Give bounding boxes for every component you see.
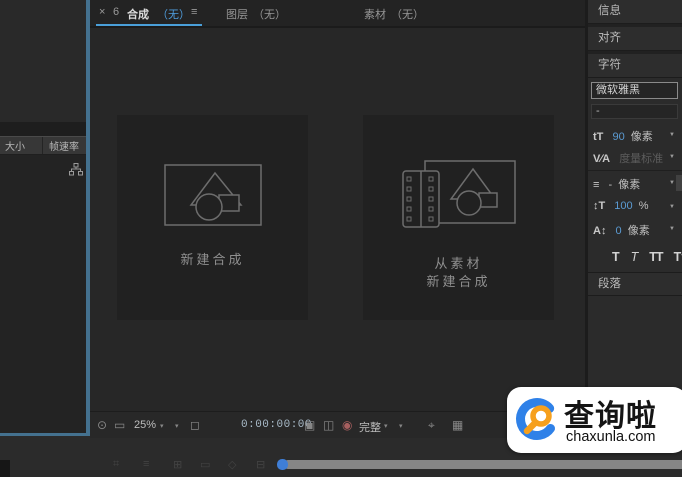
project-panel-divider — [0, 122, 86, 136]
watermark-badge: 查询啦 chaxunla.com — [507, 387, 682, 453]
font-style-input[interactable]: - — [591, 104, 678, 119]
timeline-icon-6[interactable]: ⊟ — [256, 458, 265, 471]
column-size[interactable]: 大小 — [0, 138, 42, 153]
project-column-header: 大小 帧速率 — [0, 136, 86, 155]
kerning-dropdown-icon[interactable]: ▼ — [669, 154, 675, 160]
view-options-dropdown-icon[interactable]: ▾ — [399, 422, 403, 430]
composition-icon — [163, 164, 262, 226]
after-effects-window: ⌗ ≡ ⊞ ▭ ◇ ⊟ 大小 帧速率 × 6 合成 （无） ≡ 图层 （无） 素… — [0, 0, 682, 477]
composition-panel: × 6 合成 （无） ≡ 图层 （无） 素材 （无） 新建合成 从素材 新建合成… — [90, 0, 585, 438]
font-size-unit: 像素 — [630, 131, 653, 143]
vertical-scale-dropdown-icon[interactable]: ▼ — [669, 204, 675, 210]
project-list-area[interactable] — [0, 155, 86, 433]
font-size-value[interactable]: 90 — [612, 131, 624, 143]
small-caps-button[interactable]: Tᴛ — [674, 250, 682, 264]
scrollbar-thumb[interactable] — [277, 459, 288, 470]
section-info[interactable]: 信息 — [588, 0, 682, 24]
section-align[interactable]: 对齐 — [588, 27, 682, 51]
timeline-icon-2[interactable]: ≡ — [143, 458, 149, 470]
kerning-icon: V∕A — [593, 153, 611, 165]
vertical-scale-value[interactable]: 100 — [614, 200, 632, 212]
faux-bold-button[interactable]: T — [612, 250, 620, 264]
timeline-icon-5[interactable]: ◇ — [228, 458, 236, 471]
panel-menu-icon[interactable]: ≡ — [191, 6, 197, 18]
timeline-icon-3[interactable]: ⊞ — [173, 458, 182, 471]
always-preview-icon[interactable]: ⊙ — [97, 418, 107, 432]
resolution-value[interactable]: 完整 — [359, 419, 381, 435]
grid-options-dropdown-icon[interactable]: ▾ — [175, 422, 179, 430]
baseline-shift-icon: A↕ — [593, 225, 607, 237]
active-tab-underline — [96, 24, 202, 26]
vertical-scale-icon: ↕T — [593, 200, 606, 212]
flowchart-icon[interactable] — [69, 163, 83, 181]
panel-corner — [0, 460, 10, 477]
tab-layer[interactable]: 图层 — [226, 6, 248, 22]
new-composition-from-footage-button[interactable]: 从素材 新建合成 — [363, 115, 554, 320]
tab-composition[interactable]: 合成 — [127, 6, 149, 22]
tab-composition-suffix[interactable]: （无） — [157, 6, 190, 22]
leading-row: ≡ - 像素 ▼ — [593, 176, 680, 194]
project-panel: 大小 帧速率 — [0, 0, 90, 436]
monitor-icon[interactable]: ▭ — [114, 418, 125, 432]
snapshot-camera-icon[interactable]: ▣ — [304, 418, 315, 432]
section-character[interactable]: 字符 — [588, 54, 682, 78]
column-framerate[interactable]: 帧速率 — [43, 138, 79, 153]
mask-visibility-icon[interactable]: ◻ — [190, 418, 200, 432]
tab-footage[interactable]: 素材 — [364, 6, 386, 22]
composition-viewer: 新建合成 从素材 新建合成 — [90, 28, 585, 412]
font-family-input[interactable]: 微软雅黑 — [591, 82, 678, 99]
right-sidebar: 信息 对齐 字符 微软雅黑 - tT 90 像素 ▼ V∕A 度量标准 ▼ ≡ … — [588, 0, 682, 438]
show-channel-icon[interactable]: ◉ — [342, 418, 352, 432]
current-time-display[interactable]: 0:00:00:00 — [241, 419, 312, 431]
leading-value[interactable]: - — [608, 179, 612, 191]
type-style-row: T T TT Tᴛ — [588, 246, 682, 268]
baseline-shift-unit: 像素 — [627, 225, 650, 237]
font-size-dropdown-icon[interactable]: ▼ — [669, 132, 675, 138]
vertical-scale-row: ↕T 100 % ▼ — [593, 200, 680, 218]
leading-unit: 像素 — [618, 179, 641, 191]
baseline-shift-row: A↕ 0 像素 ▼ — [593, 222, 680, 240]
tab-layer-suffix[interactable]: （无） — [253, 6, 286, 22]
baseline-shift-value[interactable]: 0 — [616, 225, 622, 237]
panel-tab-bar: × 6 合成 （无） ≡ 图层 （无） 素材 （无） — [90, 0, 585, 28]
character-divider — [588, 170, 682, 171]
transparency-grid-icon[interactable]: ▦ — [452, 418, 463, 432]
watermark-url: chaxunla.com — [566, 429, 656, 445]
all-caps-button[interactable]: TT — [649, 250, 663, 264]
timeline-icon-4[interactable]: ▭ — [200, 458, 210, 471]
tab-footage-suffix[interactable]: （无） — [391, 6, 424, 22]
vertical-scale-unit: % — [638, 200, 649, 212]
baseline-shift-dropdown-icon[interactable]: ▼ — [669, 226, 675, 232]
resolution-dropdown-icon[interactable]: ▾ — [384, 422, 388, 430]
leading-icon: ≡ — [593, 179, 600, 191]
close-icon[interactable]: × — [99, 6, 105, 18]
watermark-logo-icon — [514, 396, 560, 447]
kerning-row: V∕A 度量标准 ▼ — [593, 150, 680, 168]
leading-dropdown-icon[interactable]: ▼ — [669, 180, 675, 186]
kerning-value[interactable]: 度量标准 — [619, 153, 663, 165]
new-composition-button[interactable]: 新建合成 — [117, 115, 308, 320]
show-snapshot-icon[interactable]: ◫ — [323, 418, 334, 432]
section-paragraph[interactable]: 段落 — [588, 272, 682, 296]
font-size-icon: tT — [593, 131, 604, 143]
horizontal-scrollbar[interactable] — [284, 460, 682, 469]
footage-composition-icon — [401, 160, 516, 228]
font-size-row: tT 90 像素 ▼ — [593, 128, 680, 146]
faux-italic-button[interactable]: T — [631, 250, 639, 264]
magnification-value[interactable]: 25% — [134, 419, 156, 431]
region-of-interest-icon[interactable]: ⌖ — [428, 418, 435, 433]
magnification-dropdown-icon[interactable]: ▾ — [160, 422, 164, 430]
new-composition-label: 新建合成 — [180, 252, 245, 267]
panel-lock-icon[interactable]: 6 — [113, 6, 119, 18]
from-footage-label: 从素材 新建合成 — [426, 256, 491, 289]
timeline-icon-1[interactable]: ⌗ — [113, 458, 119, 471]
